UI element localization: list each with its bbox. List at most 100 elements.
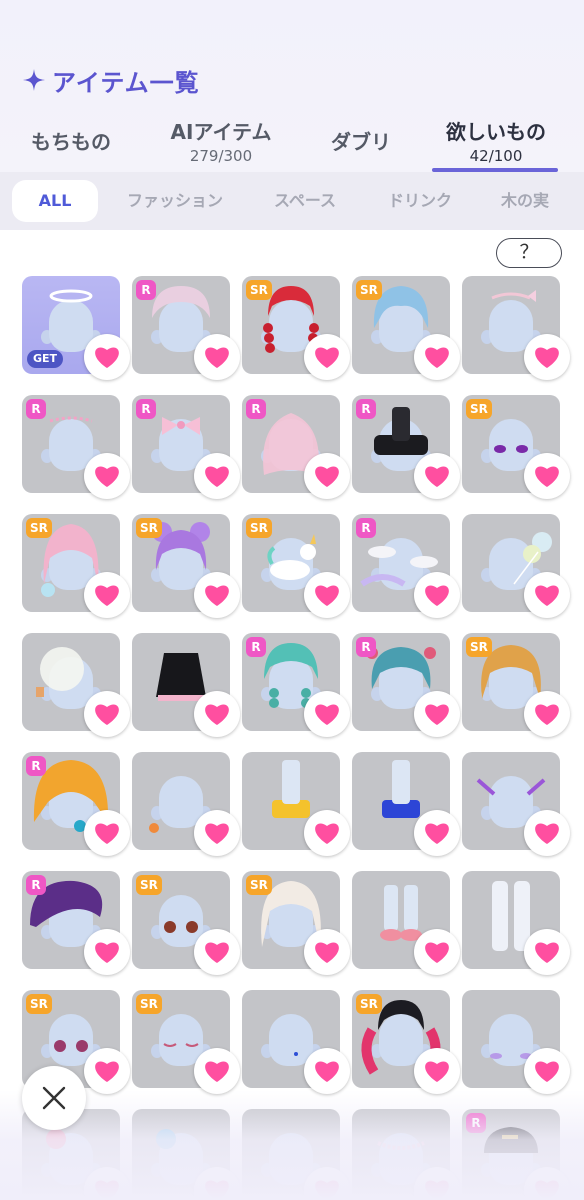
wishlist-heart-button[interactable] [84, 453, 130, 499]
subtab-nuts[interactable]: 木の実 [486, 180, 564, 222]
wishlist-heart-button[interactable] [304, 572, 350, 618]
wishlist-heart-button[interactable] [304, 810, 350, 856]
wishlist-heart-button[interactable] [524, 691, 570, 737]
wishlist-heart-button[interactable] [194, 1167, 240, 1200]
heart-icon [315, 466, 339, 487]
heart-icon [315, 1180, 339, 1200]
rarity-badge: R [246, 399, 266, 419]
tab-wishlist-label: 欲しいもの [446, 120, 546, 144]
wishlist-heart-button[interactable] [84, 810, 130, 856]
wishlist-heart-button[interactable] [524, 334, 570, 380]
heart-icon [535, 585, 559, 606]
wishlist-heart-button[interactable] [524, 572, 570, 618]
wishlist-heart-button[interactable] [414, 453, 460, 499]
wishlist-heart-button[interactable] [304, 453, 350, 499]
heart-icon [315, 942, 339, 963]
heart-icon [315, 347, 339, 368]
close-icon [42, 1086, 66, 1110]
heart-icon [425, 704, 449, 725]
wishlist-heart-button[interactable] [414, 572, 460, 618]
heart-icon [205, 1180, 229, 1200]
wishlist-heart-button[interactable] [524, 929, 570, 975]
wishlist-heart-button[interactable] [524, 1167, 570, 1200]
tab-duplicates-label: ダブリ [331, 130, 391, 154]
subtab-fashion[interactable]: ファッション [112, 180, 238, 222]
close-button[interactable] [22, 1066, 86, 1130]
wishlist-heart-button[interactable] [304, 1048, 350, 1094]
page-title-text: アイテム一覧 [52, 68, 200, 97]
wishlist-heart-button[interactable] [524, 453, 570, 499]
heart-icon [95, 942, 119, 963]
rarity-badge: R [466, 1113, 486, 1133]
wishlist-heart-button[interactable] [84, 1048, 130, 1094]
rarity-badge: SR [26, 994, 52, 1014]
subtab-drink[interactable]: ドリンク [370, 180, 470, 222]
rarity-badge: SR [466, 637, 492, 657]
tab-wishlist[interactable]: 欲しいもの 42/100 [436, 116, 556, 176]
wishlist-heart-button[interactable] [84, 1167, 130, 1200]
wishlist-heart-button[interactable] [194, 572, 240, 618]
rarity-badge: R [356, 518, 376, 538]
wishlist-heart-button[interactable] [84, 929, 130, 975]
rarity-badge: R [26, 875, 46, 895]
subtab-space[interactable]: スペース [254, 180, 356, 222]
page-title: アイテム一覧 [22, 60, 200, 100]
heart-icon [535, 942, 559, 963]
rarity-badge: SR [246, 280, 272, 300]
rarity-badge: SR [136, 518, 162, 538]
heart-icon [535, 704, 559, 725]
wishlist-heart-button[interactable] [194, 691, 240, 737]
wishlist-heart-button[interactable] [414, 810, 460, 856]
wishlist-heart-button[interactable] [194, 453, 240, 499]
rarity-badge: SR [26, 518, 52, 538]
rarity-badge: R [356, 399, 376, 419]
wishlist-heart-button[interactable] [304, 1167, 350, 1200]
heart-icon [205, 1061, 229, 1082]
heart-icon [425, 942, 449, 963]
subtab-all[interactable]: ALL [12, 180, 98, 222]
heart-icon [95, 585, 119, 606]
heart-icon [315, 823, 339, 844]
heart-icon [425, 1061, 449, 1082]
heart-icon [535, 466, 559, 487]
wishlist-heart-button[interactable] [84, 572, 130, 618]
wishlist-heart-button[interactable] [304, 691, 350, 737]
tab-ai-items-label: AIアイテム [170, 120, 272, 144]
heart-icon [425, 466, 449, 487]
heart-icon [95, 1061, 119, 1082]
wishlist-heart-button[interactable] [84, 334, 130, 380]
item-grid: GET R SR SR R R R R SR SR SR SR R R R SR R R SR SR SR SR SR R [0, 276, 584, 1200]
wishlist-heart-button[interactable] [524, 810, 570, 856]
heart-icon [535, 1061, 559, 1082]
rarity-badge: SR [466, 399, 492, 419]
tab-ai-items[interactable]: AIアイテム 279/300 [154, 116, 288, 176]
heart-icon [535, 347, 559, 368]
wishlist-heart-button[interactable] [414, 334, 460, 380]
wishlist-heart-button[interactable] [414, 691, 460, 737]
wishlist-heart-button[interactable] [194, 1048, 240, 1094]
header: アイテム一覧 もちもの AIアイテム 279/300 ダブリ 欲しいもの 42/… [0, 0, 584, 172]
wishlist-heart-button[interactable] [524, 1048, 570, 1094]
tab-owned-label: もちもの [31, 130, 111, 154]
wishlist-heart-button[interactable] [304, 334, 350, 380]
tab-wishlist-count: 42/100 [469, 147, 523, 165]
wishlist-heart-button[interactable] [194, 929, 240, 975]
help-button[interactable]: ？ [496, 238, 562, 268]
tab-ai-items-count: 279/300 [189, 147, 253, 165]
wishlist-heart-button[interactable] [84, 691, 130, 737]
heart-icon [95, 704, 119, 725]
wishlist-heart-button[interactable] [194, 810, 240, 856]
heart-icon [315, 704, 339, 725]
rarity-badge: R [26, 399, 46, 419]
wishlist-heart-button[interactable] [304, 929, 350, 975]
main-tabs: もちもの AIアイテム 279/300 ダブリ 欲しいもの 42/100 [0, 112, 584, 172]
wishlist-heart-button[interactable] [414, 1167, 460, 1200]
wishlist-heart-button[interactable] [414, 929, 460, 975]
wishlist-heart-button[interactable] [194, 334, 240, 380]
rarity-badge: R [26, 756, 46, 776]
rarity-badge: R [136, 399, 156, 419]
rarity-badge: SR [356, 280, 382, 300]
wishlist-heart-button[interactable] [414, 1048, 460, 1094]
heart-icon [535, 823, 559, 844]
heart-icon [425, 585, 449, 606]
